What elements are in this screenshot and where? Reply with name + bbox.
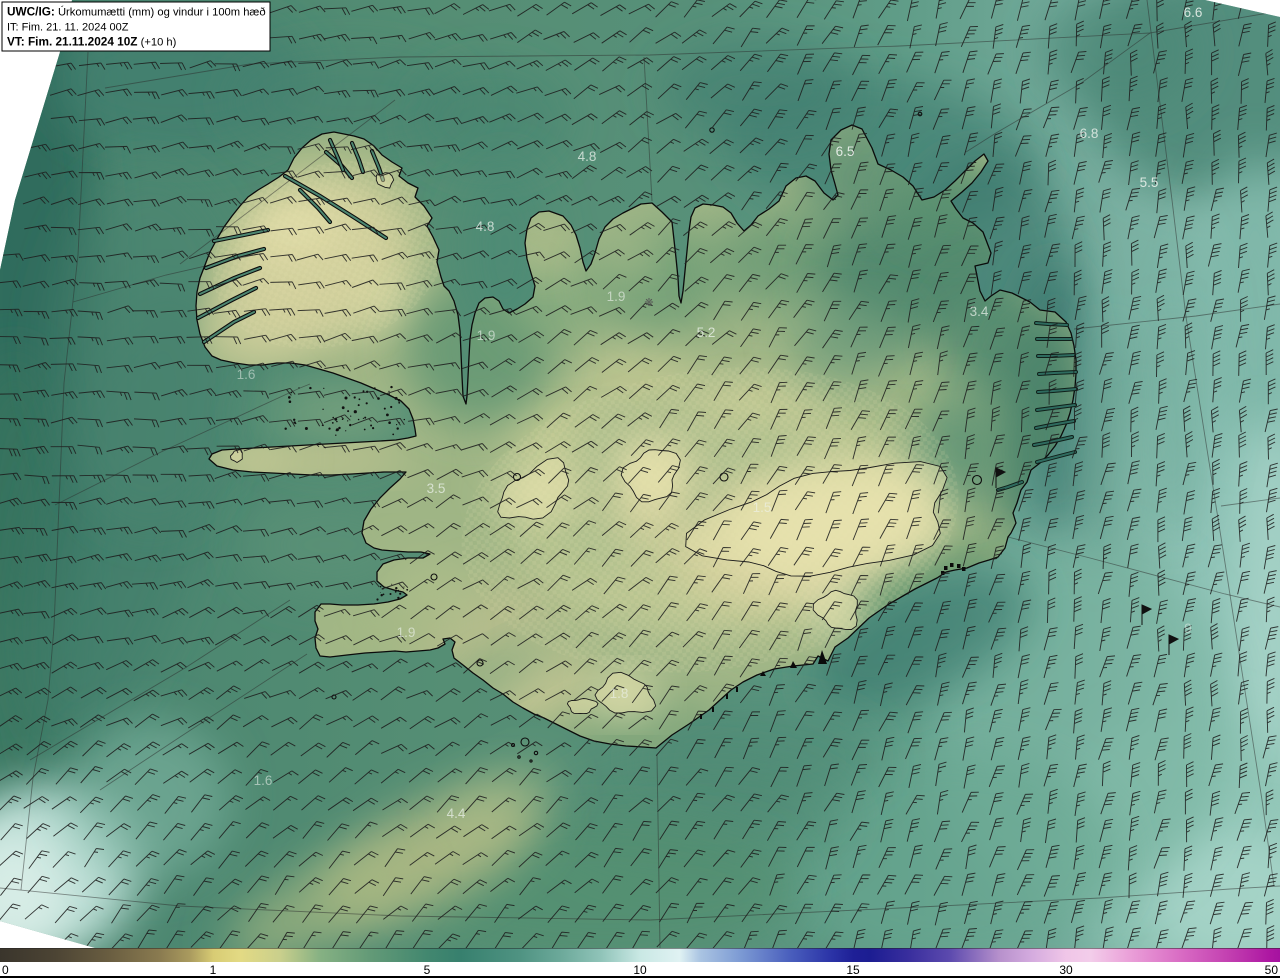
svg-text:30: 30 (1059, 963, 1073, 977)
svg-text:15: 15 (846, 963, 860, 977)
svg-text:1.9: 1.9 (397, 625, 416, 640)
svg-text:1.5: 1.5 (753, 500, 772, 515)
svg-text:10: 10 (633, 963, 647, 977)
svg-text:1.9: 1.9 (477, 328, 496, 343)
svg-text:4.8: 4.8 (476, 219, 495, 234)
svg-text:5: 5 (424, 963, 431, 977)
svg-text:IT: Fim. 21. 11. 2024 00Z: IT: Fim. 21. 11. 2024 00Z (7, 22, 129, 34)
svg-text:4.8: 4.8 (578, 149, 597, 164)
svg-text:50: 50 (1265, 963, 1279, 977)
svg-text:❋: ❋ (644, 297, 653, 309)
svg-text:6.5: 6.5 (836, 144, 855, 159)
svg-text:3.5: 3.5 (427, 481, 446, 496)
svg-text:6.6: 6.6 (1184, 5, 1203, 20)
svg-text:5.2: 5.2 (697, 325, 716, 340)
svg-text:1.8: 1.8 (610, 686, 629, 701)
svg-text:6.8: 6.8 (1080, 126, 1099, 141)
svg-text:VT: Fim. 21.11.2024 10Z (+10 h: VT: Fim. 21.11.2024 10Z (+10 h) (7, 35, 177, 49)
svg-text:9: 9 (1184, 621, 1192, 636)
svg-text:1.6: 1.6 (254, 773, 273, 788)
svg-text:4.4: 4.4 (447, 806, 466, 821)
svg-text:5.5: 5.5 (1140, 175, 1159, 190)
svg-text:UWC/IG: Úrkomumætti (mm) og vi: UWC/IG: Úrkomumætti (mm) og vindur i 100… (7, 5, 266, 19)
svg-text:3.4: 3.4 (970, 304, 989, 319)
svg-text:1.9: 1.9 (607, 289, 626, 304)
svg-text:1: 1 (210, 963, 217, 977)
svg-text:1.6: 1.6 (237, 367, 256, 382)
svg-text:0: 0 (2, 963, 9, 977)
